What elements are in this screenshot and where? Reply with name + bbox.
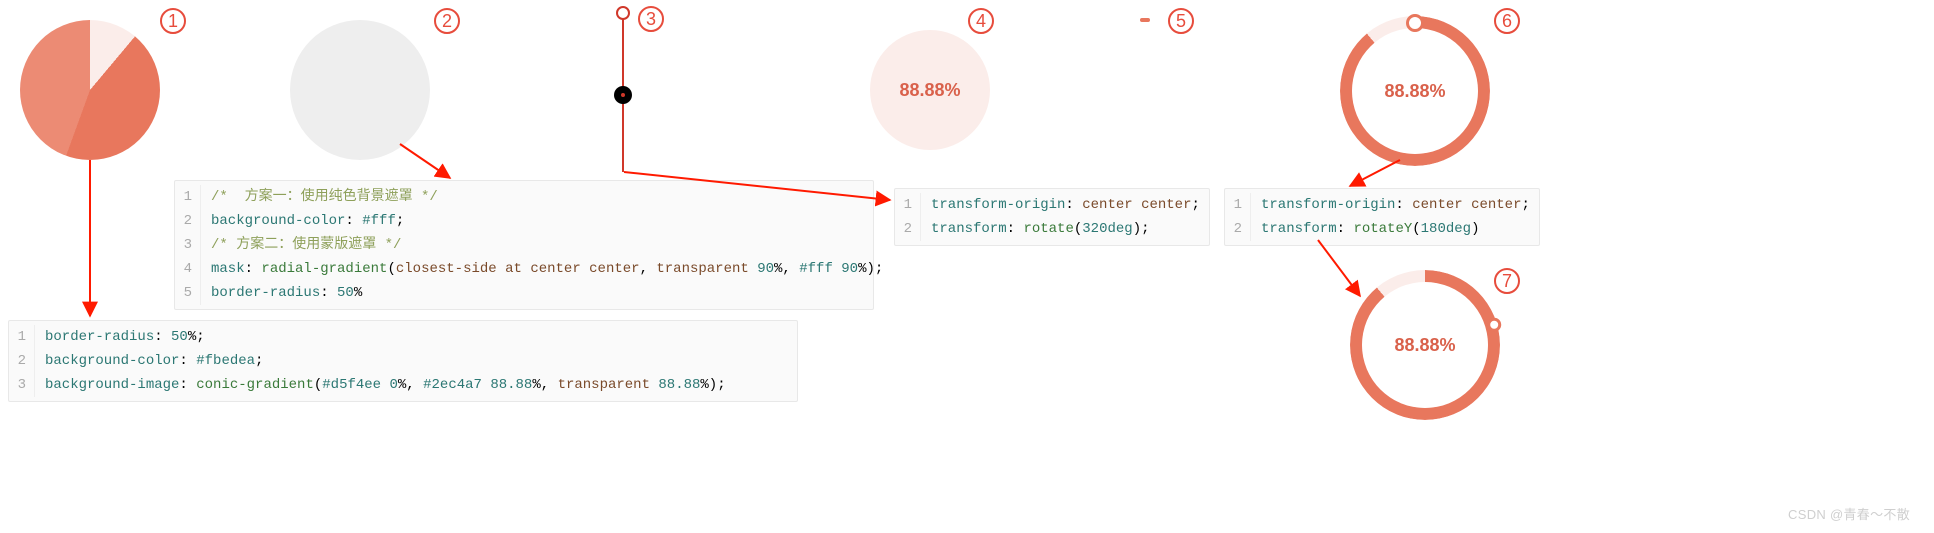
codeblock-step2: 1 /* 方案一：使用纯色背景遮罩 */ 2 background-color: #… [174,180,874,310]
step-badge-4: 4 [968,8,994,34]
code-line: transform: rotate(320deg); [931,217,1164,241]
lineno: 1 [9,325,35,349]
lineno: 2 [1225,217,1251,241]
lineno: 3 [175,233,201,257]
lineno: 3 [9,373,35,397]
percent-step4: 88.88% [899,80,960,101]
lineno: 2 [895,217,921,241]
ring-step6-inner: 88.88% [1352,28,1478,154]
codeblock-step1: 1 border-radius: 50%; 2 background-color: … [8,320,798,402]
lineno: 1 [895,193,921,217]
lineno: 4 [175,257,201,281]
code-line: background-image: conic-gradient(#d5f4ee… [45,373,740,397]
code-line: transform-origin: center center; [1261,193,1544,217]
code-line: border-radius: 50% [211,281,376,305]
lineno: 2 [175,209,201,233]
code-line: mask: radial-gradient(closest-side at ce… [211,257,897,281]
circle-step2 [290,20,430,160]
dash-step5 [1140,18,1150,22]
lineno: 2 [9,349,35,373]
line-step3-top-ring [616,6,630,20]
line-step3-mid-dot [614,86,632,104]
step-badge-1: 1 [160,8,186,34]
step-badge-5: 5 [1168,8,1194,34]
lineno: 1 [175,185,201,209]
step-badge-2: 2 [434,8,460,34]
pie-step1 [20,20,160,160]
percent-step6: 88.88% [1384,81,1445,102]
percent-step7: 88.88% [1394,335,1455,356]
code-line: background-color: #fbedea; [45,349,277,373]
code-line: transform: rotateY(180deg) [1261,217,1493,241]
circle-step4: 88.88% [870,30,990,150]
lineno: 5 [175,281,201,305]
code-line: /* 方案二：使用蒙版遮罩 */ [211,233,415,257]
code-line: transform-origin: center center; [931,193,1214,217]
step-badge-6: 6 [1494,8,1520,34]
codeblock-step4: 1transform-origin: center center; 2trans… [894,188,1210,246]
codeblock-step6: 1transform-origin: center center; 2trans… [1224,188,1540,246]
code-line: background-color: #fff; [211,209,418,233]
step-badge-7: 7 [1494,268,1520,294]
ring-step6-end-dot [1406,14,1424,32]
watermark: CSDN @青春～不散 [1788,504,1910,523]
code-line: /* 方案一：使用纯色背景遮罩 */ [211,185,452,209]
lineno: 1 [1225,193,1251,217]
step-badge-3: 3 [638,6,664,32]
code-line: border-radius: 50%; [45,325,219,349]
ring-step7-inner: 88.88% [1362,282,1488,408]
